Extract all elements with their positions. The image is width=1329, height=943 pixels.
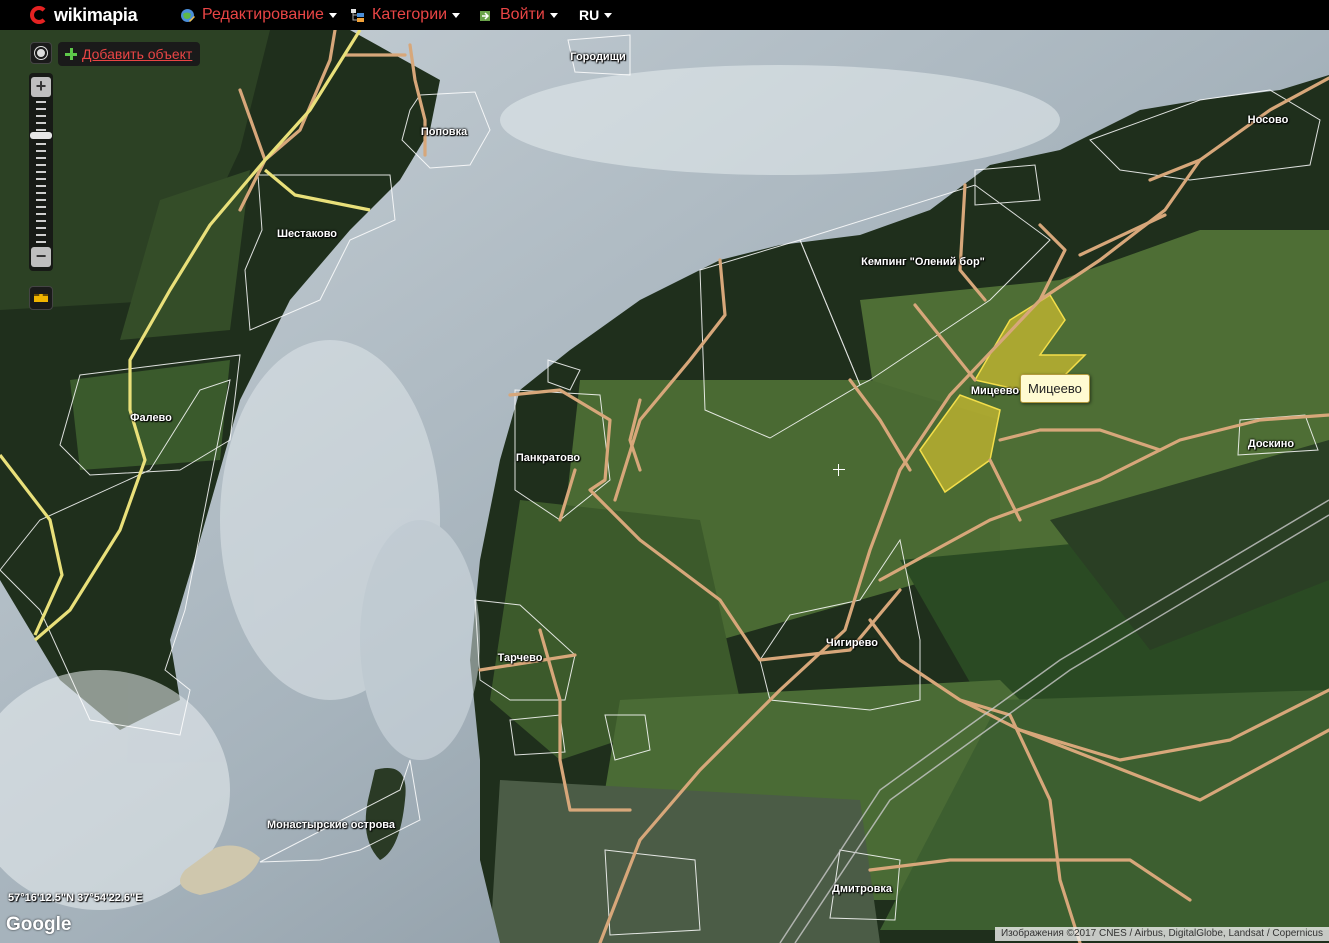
map-center-crosshair <box>833 464 845 476</box>
chevron-down-icon <box>452 12 461 18</box>
menu-categories-label: Категории <box>372 6 448 23</box>
menu-categories[interactable]: Категории <box>350 5 461 25</box>
place-label-mitseevo[interactable]: Мицеево <box>971 385 1019 397</box>
logo-text: wikimapia <box>54 4 138 25</box>
login-icon <box>480 10 490 21</box>
satellite-map[interactable] <box>0 0 1329 943</box>
place-label-tarchevo[interactable]: Тарчево <box>498 652 543 664</box>
zoom-out-button[interactable]: − <box>31 247 51 267</box>
place-label-gorodischi[interactable]: Городищи <box>570 51 626 63</box>
zoom-slider-track[interactable] <box>36 101 46 243</box>
place-label-dmitrovka[interactable]: Дмитровка <box>832 883 892 895</box>
place-label-falevo[interactable]: Фалево <box>130 412 172 424</box>
place-label-popovka[interactable]: Поповка <box>421 126 467 138</box>
menu-edit-label: Редактирование <box>202 6 324 23</box>
place-label-doskino[interactable]: Доскино <box>1248 438 1294 450</box>
wikimapia-logo[interactable]: wikimapia <box>30 3 138 27</box>
coordinates-readout: 57°16'12.5"N 37°54'22.6"E <box>8 892 143 904</box>
menu-login[interactable]: Войти <box>478 5 558 25</box>
language-selector[interactable]: RU <box>579 5 613 25</box>
chevron-down-icon <box>328 12 337 18</box>
zoom-slider-thumb[interactable] <box>30 132 52 140</box>
place-label-chigirevo[interactable]: Чигирево <box>826 637 878 649</box>
zoom-control: + − <box>29 73 53 271</box>
locate-icon <box>35 47 47 59</box>
edit-globe-icon <box>181 8 195 22</box>
place-label-nosovo[interactable]: Носово <box>1248 114 1289 126</box>
place-label-pankratovo[interactable]: Панкратово <box>516 452 580 464</box>
chevron-down-icon <box>549 12 558 18</box>
place-label-camping[interactable]: Кемпинг "Олений бор" <box>861 256 985 268</box>
ruler-button[interactable] <box>29 286 53 310</box>
menu-login-label: Войти <box>500 6 545 23</box>
ruler-icon <box>34 294 48 302</box>
google-logo[interactable]: Google <box>6 914 71 936</box>
wikimapia-logo-icon <box>30 6 48 24</box>
chevron-down-icon <box>604 12 613 18</box>
place-label-monastyrskie[interactable]: Монастырские острова <box>267 819 395 831</box>
zoom-in-button[interactable]: + <box>31 77 51 97</box>
top-bar: wikimapia Редактирование Категории Войти… <box>0 0 1329 30</box>
menu-edit[interactable]: Редактирование <box>180 5 337 25</box>
add-object-label: Добавить объект <box>82 46 193 62</box>
add-object-button[interactable]: Добавить объект <box>58 42 201 66</box>
add-icon <box>64 47 78 61</box>
locate-me-button[interactable] <box>30 42 52 64</box>
place-label-shestakovo[interactable]: Шестаково <box>277 228 337 240</box>
hover-tooltip: Мицеево <box>1020 374 1090 403</box>
categories-icon <box>351 8 364 22</box>
language-label: RU <box>579 7 600 23</box>
imagery-attribution: Изображения ©2017 CNES / Airbus, Digital… <box>994 927 1329 941</box>
wikimapia-map-app: wikimapia Редактирование Категории Войти… <box>0 0 1329 943</box>
